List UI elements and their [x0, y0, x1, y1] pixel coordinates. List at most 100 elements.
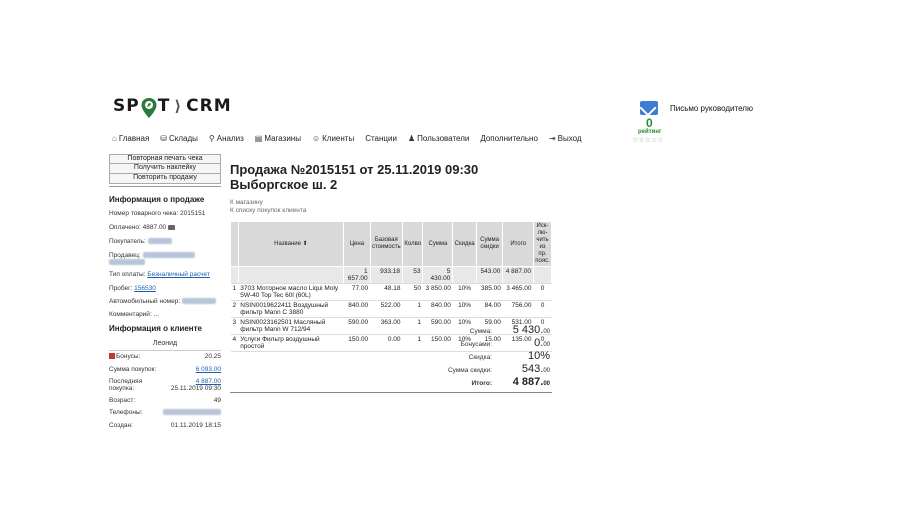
logo[interactable]: SP T ⟩ CRM — [113, 93, 232, 119]
total-bonuses: Бонусами: 0.00 — [400, 337, 550, 350]
client-bonus: Бонусы: 20.25 — [109, 353, 221, 360]
nav-label: Склады — [169, 134, 198, 143]
logo-text-left: SP — [113, 96, 140, 116]
col-index — [230, 221, 239, 267]
label: Сумма покупок: — [109, 366, 157, 373]
car-number: Автомобильный номер: — [109, 298, 217, 305]
buyer-name-redacted[interactable] — [147, 238, 172, 245]
col-total[interactable]: Итого — [502, 221, 535, 267]
label: Тип оплаты: — [109, 271, 146, 278]
card-icon — [167, 224, 175, 230]
col-qty[interactable]: Колво — [401, 221, 424, 267]
nav-item-analysis[interactable]: ⚲ Анализ — [209, 134, 244, 143]
sale-info-title: Информация о продаже — [109, 195, 205, 204]
label: Пробег: — [109, 285, 133, 292]
divider — [109, 186, 221, 187]
cell: 3703 Моторное масло Liqui Moly 5W-40 Top… — [238, 283, 344, 301]
label: Продавец: — [109, 252, 141, 259]
user-icon: ♟ — [407, 134, 416, 143]
seller-name-redacted — [109, 259, 145, 266]
value: ... — [153, 311, 159, 318]
table-row: 1 3703 Моторное масло Liqui Moly 5W-40 T… — [230, 283, 552, 301]
value-main: 5 430. — [512, 324, 544, 336]
col-name[interactable]: Название ⬆ — [237, 221, 345, 267]
mail-icon[interactable] — [640, 101, 658, 115]
payment-type: Тип оплаты: Безналичный расчет — [109, 271, 210, 278]
home-icon: ⌂ — [112, 134, 117, 143]
cell: 77.00 — [343, 283, 371, 301]
cell: 10% — [452, 283, 477, 301]
phone-redacted — [163, 409, 221, 415]
letter-to-manager-link[interactable]: Письмо руководителю — [670, 104, 753, 113]
value-cents: 00 — [543, 342, 550, 348]
nav-item-logout[interactable]: ⇥ Выход — [549, 134, 582, 143]
warehouse-icon: ⛁ — [160, 134, 167, 143]
nav-label: Выход — [557, 134, 582, 143]
rating-stars-icon: ☆☆☆☆☆ — [632, 137, 664, 144]
label: Последняя покупка: — [109, 378, 143, 392]
value-cents: 00 — [543, 368, 550, 374]
total-discount: Скидка: 10% — [400, 350, 550, 363]
col-sum[interactable]: Сумма — [422, 221, 454, 267]
title-line: Продажа №2015151 от 25.11.2019 09:30 — [230, 162, 479, 177]
nav-item-clients[interactable]: ☺ Клиенты — [312, 134, 354, 143]
client-created: Создан: 01.11.2019 18:15 — [109, 422, 221, 429]
nav-label: Клиенты — [322, 134, 355, 143]
payment-type-link[interactable]: Безналичный расчет — [147, 271, 210, 278]
cell: 543.00 — [476, 266, 504, 284]
col-base[interactable]: Базовая стоимость — [369, 221, 404, 267]
label: Сумма скидки: — [447, 367, 492, 374]
mileage-link[interactable]: 156530 — [134, 285, 156, 292]
label: Создан: — [109, 422, 133, 429]
col-price[interactable]: Цена — [343, 221, 371, 267]
car-number-redacted — [182, 298, 217, 305]
cell: 150.00 — [343, 334, 371, 352]
cell: 385.00 — [476, 283, 503, 301]
main-nav: ⌂ Главная ⛁ Склады ⚲ Анализ ▤ Магазины ☺ Клие… — [112, 134, 582, 143]
rating-label: рейтинг — [638, 129, 662, 135]
rating-value: 0 — [646, 116, 653, 130]
cell: 50 — [402, 283, 423, 301]
store-icon: ▤ — [254, 134, 263, 143]
col-exclude[interactable]: Иск­лю­чить из пр. пояс. — [533, 221, 552, 267]
label: Бонусами: — [460, 341, 492, 348]
grand-total: Итого: 4 887.00 — [400, 376, 551, 389]
value: 4 887.00 25.11.2019 09:30 — [171, 378, 221, 392]
cell: 363.00 — [370, 317, 403, 335]
get-sticker-button[interactable]: Получить наклейку — [109, 164, 221, 174]
back-to-purchases-link[interactable]: К списку покупок клиента — [230, 207, 306, 214]
total-sum: Сумма: 5 430.00 — [400, 324, 550, 337]
label: Телефоны: — [109, 409, 143, 416]
value: 01.11.2019 18:15 — [170, 422, 221, 429]
cell: 84.00 — [476, 300, 503, 318]
nav-item-more[interactable]: Дополнительно — [480, 134, 538, 143]
divider — [109, 350, 221, 351]
back-to-store-link[interactable]: К магазину — [230, 199, 263, 206]
reprint-receipt-button[interactable]: Повторная печать чека — [109, 154, 221, 164]
cell: 1 — [230, 283, 239, 301]
nav-item-home[interactable]: ⌂ Главная — [112, 134, 149, 143]
col-discount-sum[interactable]: Сумма скидки — [475, 221, 504, 267]
label: Сумма: — [469, 328, 492, 335]
title-line: Выборгское ш. 2 — [230, 177, 338, 192]
nav-item-stations[interactable]: Станции — [365, 134, 397, 143]
cell: 4 887.00 — [502, 266, 535, 284]
col-discount[interactable]: Скидка — [452, 221, 477, 267]
value: 0.00 — [500, 337, 550, 349]
label: Оплачено: — [109, 224, 141, 231]
nav-item-stores[interactable]: ▤ Магазины — [255, 134, 301, 143]
cell: 48.18 — [370, 283, 403, 301]
last-purchase-link[interactable]: 4 887.00 — [196, 378, 221, 385]
cell: 840.00 — [422, 300, 453, 318]
cell: 933.18 — [370, 266, 404, 284]
nav-item-warehouses[interactable]: ⛁ Склады — [160, 134, 198, 143]
purchase-sum-link[interactable]: 6 093.00 — [196, 366, 221, 373]
nav-item-users[interactable]: ♟ Пользователи — [408, 134, 469, 143]
repeat-sale-button[interactable]: Повторить продажу — [109, 174, 221, 184]
nav-label: Магазины — [264, 134, 301, 143]
value: 4 887.00 — [500, 376, 550, 388]
table-sum-row: 1 657.00 933.18 53 5 430.00 543.00 4 887… — [230, 266, 552, 284]
label: Возраст: — [109, 397, 136, 404]
cell: 590.00 — [343, 317, 371, 335]
seller-name-redacted[interactable] — [142, 252, 195, 259]
